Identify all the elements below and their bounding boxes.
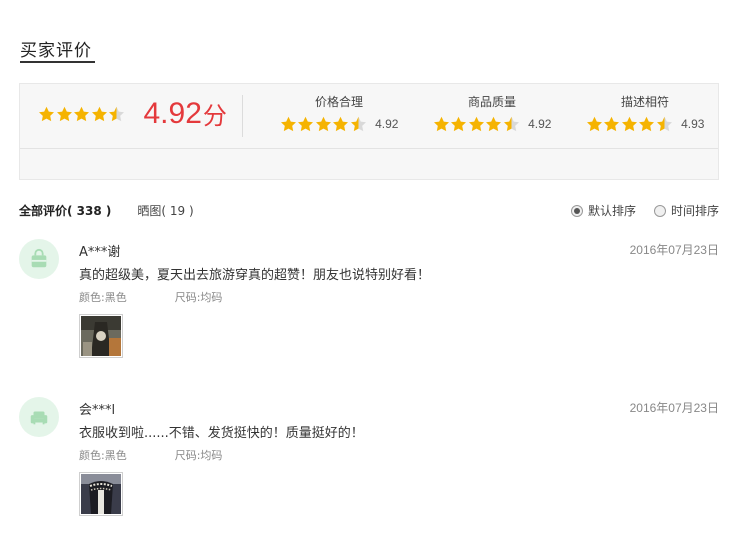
star-icon [108, 106, 125, 122]
overall-stars [38, 106, 126, 122]
sort-time-radio[interactable] [653, 204, 666, 217]
star-icon [91, 106, 108, 122]
metric-quality: 商品质量 4.92 [427, 94, 557, 132]
avatar [19, 239, 59, 279]
review-color: 颜色:黑色 [79, 449, 127, 462]
metric-value: 4.92 [375, 117, 399, 131]
overall-score: 4.92 [143, 96, 202, 130]
star-icon [603, 116, 620, 132]
star-icon [297, 116, 314, 132]
metric-value: 4.92 [528, 117, 552, 131]
rating-summary: 4.92 分 价格合理 4.92 商品质量 4.92 描述相符 4.93 [19, 83, 719, 180]
star-icon [485, 116, 502, 132]
star-icon [315, 116, 332, 132]
tag-area [20, 148, 718, 180]
star-icon [56, 106, 73, 122]
metric-label: 描述相符 [620, 95, 669, 109]
tab-all-reviews[interactable]: 全部评价( 338 ) [19, 202, 111, 219]
tab-img-count: ( 19 ) [161, 204, 194, 218]
review-size: 尺码:均码 [174, 291, 223, 304]
review-photo-thumbnail[interactable] [79, 472, 123, 516]
review-size: 尺码:均码 [174, 449, 223, 462]
tab-img-label: 晒图 [137, 204, 162, 218]
summary-divider [242, 95, 243, 137]
star-icon [450, 116, 467, 132]
star-icon [280, 116, 297, 132]
star-icon [638, 116, 655, 132]
metric-stars [586, 116, 674, 132]
metric-label: 商品质量 [467, 95, 516, 109]
star-icon [433, 116, 450, 132]
review-content: 衣服收到啦......不错、发货挺快的！质量挺好的！ [79, 426, 364, 441]
star-icon [350, 116, 367, 132]
metric-stars [280, 116, 368, 132]
review-date: 2016年07月23日 [629, 243, 719, 257]
review-attributes: 颜色:黑色 尺码:均码 [79, 289, 222, 305]
title-underline [20, 61, 95, 63]
overall-rating: 4.92 分 [38, 96, 227, 131]
metric-label: 价格合理 [314, 95, 363, 109]
review-color: 颜色:黑色 [79, 291, 127, 304]
metric-value: 4.93 [681, 117, 705, 131]
star-icon [503, 116, 520, 132]
sort-time[interactable]: 时间排序 [653, 202, 719, 219]
review-username: A***谢 [79, 245, 121, 260]
sort-default[interactable]: 默认排序 [570, 202, 636, 219]
star-icon [73, 106, 90, 122]
avatar [19, 397, 59, 437]
photo-image [81, 474, 121, 514]
sort-default-radio[interactable] [570, 204, 583, 217]
tab-all-label: 全部评价 [19, 204, 68, 218]
tab-all-count: ( 338 ) [67, 204, 112, 218]
sort-options: 默认排序 时间排序 [553, 202, 719, 219]
star-icon [468, 116, 485, 132]
star-icon [38, 106, 55, 122]
star-icon [332, 116, 349, 132]
tab-photo-reviews[interactable]: 晒图( 19 ) [137, 202, 193, 219]
sofa-icon [30, 411, 48, 425]
sort-default-label: 默认排序 [587, 204, 636, 218]
review-tabs: 全部评价( 338 ) 晒图( 19 ) [19, 202, 194, 219]
photo-image [81, 316, 121, 356]
metric-stars [433, 116, 521, 132]
metric-description: 描述相符 4.93 [580, 94, 710, 132]
review-attributes: 颜色:黑色 尺码:均码 [79, 447, 222, 463]
review-photo-thumbnail[interactable] [79, 314, 123, 358]
sort-time-label: 时间排序 [670, 204, 719, 218]
review-date: 2016年07月23日 [629, 401, 719, 415]
star-icon [586, 116, 603, 132]
star-icon [621, 116, 638, 132]
review-username: 会***l [79, 403, 116, 418]
overall-score-unit: 分 [202, 102, 227, 130]
star-icon [656, 116, 673, 132]
section-title: 买家评价 [20, 41, 92, 61]
shopping-bag-icon [31, 248, 47, 268]
metric-price: 价格合理 4.92 [274, 94, 404, 132]
review-content: 真的超级美，夏天出去旅游穿真的超赞！朋友也说特别好看！ [79, 268, 431, 283]
